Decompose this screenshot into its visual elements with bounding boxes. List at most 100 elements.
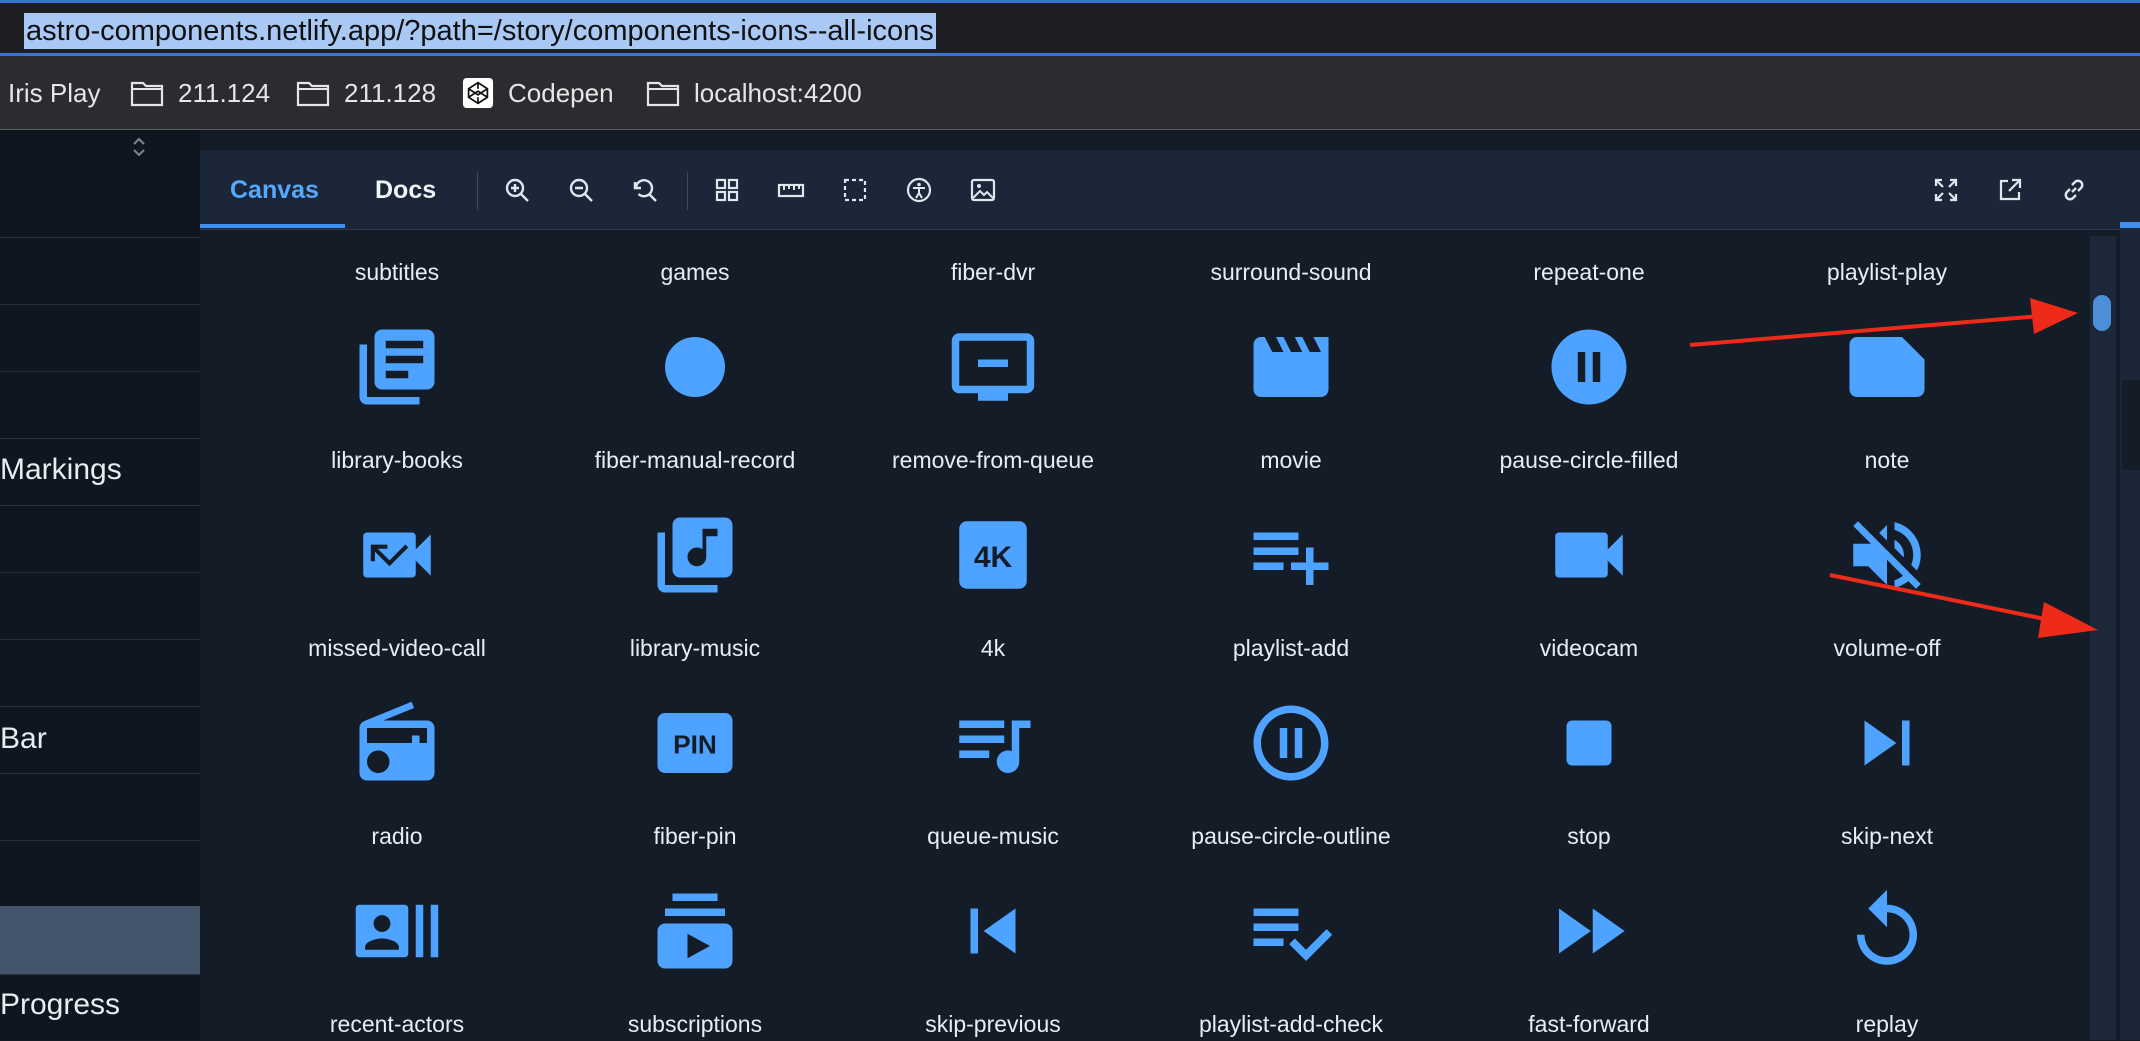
queue-music-icon bbox=[959, 720, 1031, 773]
codepen-icon bbox=[462, 77, 494, 109]
icon-label: fast-forward bbox=[1528, 1011, 1650, 1037]
copy-link-icon[interactable] bbox=[2056, 172, 2092, 208]
grid-icon[interactable] bbox=[709, 172, 745, 208]
note-icon bbox=[1849, 337, 1925, 397]
icon-label: skip-next bbox=[1840, 823, 1934, 849]
subscriptions-icon bbox=[657, 893, 733, 969]
zoom-in-icon[interactable] bbox=[499, 172, 535, 208]
recent-actors-icon bbox=[355, 904, 439, 958]
icon-label: queue-music bbox=[927, 823, 1059, 849]
url-text[interactable]: astro-components.netlify.app/?path=/stor… bbox=[24, 13, 936, 49]
library-music-icon bbox=[657, 517, 733, 593]
storybook-toolbar: Canvas Docs bbox=[200, 150, 2120, 230]
fast-forward-icon bbox=[1559, 908, 1625, 954]
tab-canvas[interactable]: Canvas bbox=[230, 150, 319, 230]
folder-icon bbox=[646, 81, 680, 107]
icon-label: stop bbox=[1567, 823, 1611, 849]
icon-label: skip-previous bbox=[925, 1011, 1061, 1037]
reset-zoom-icon[interactable] bbox=[627, 172, 663, 208]
icon-label: pause-circle-filled bbox=[1499, 447, 1679, 473]
icon-label: subtitles bbox=[354, 259, 440, 285]
icon-label: games bbox=[660, 259, 730, 285]
icon-label: movie bbox=[1260, 447, 1322, 473]
bookmark-label: Codepen bbox=[508, 77, 614, 108]
icon-label: surround-sound bbox=[1210, 259, 1372, 285]
pin-glyph-text: PIN bbox=[673, 730, 717, 760]
icon-label: recent-actors bbox=[329, 1011, 465, 1037]
sidebar-item[interactable] bbox=[0, 371, 200, 438]
fiber-manual-record-icon bbox=[665, 337, 725, 397]
icon-label: playlist-add-check bbox=[1198, 1011, 1384, 1037]
folder-icon bbox=[296, 81, 330, 107]
fiber-pin-icon: PIN bbox=[657, 713, 733, 773]
story-sidebar: Markings Bar Progress bbox=[0, 130, 200, 1040]
skip-next-icon bbox=[1864, 720, 1910, 766]
bookmark-localhost[interactable]: localhost:4200 bbox=[646, 56, 862, 130]
sidebar-item[interactable] bbox=[0, 840, 200, 907]
bookmark-label: Iris Play bbox=[8, 77, 101, 108]
sidebar-item[interactable] bbox=[0, 237, 200, 304]
icon-label: fiber-pin bbox=[653, 823, 737, 849]
tab-docs[interactable]: Docs bbox=[375, 150, 436, 230]
missed-video-call-icon bbox=[363, 532, 431, 578]
sidebar-item[interactable] bbox=[0, 505, 200, 572]
scrollbar-thumb[interactable] bbox=[2093, 295, 2111, 331]
pause-circle-filled-icon bbox=[1551, 329, 1627, 405]
icon-label: pause-circle-outline bbox=[1191, 823, 1391, 849]
library-books-icon bbox=[359, 329, 435, 405]
volume-off-icon bbox=[1853, 521, 1921, 589]
zoom-out-icon[interactable] bbox=[563, 172, 599, 208]
scrollbar-track[interactable] bbox=[2090, 236, 2116, 1040]
icon-label: repeat-one bbox=[1533, 259, 1645, 285]
icon-label: radio bbox=[371, 823, 423, 849]
toolbar-divider bbox=[477, 172, 478, 210]
radio-icon bbox=[359, 701, 435, 781]
open-new-tab-icon[interactable] bbox=[1992, 172, 2028, 208]
sidebar-item-label[interactable]: Progress bbox=[0, 988, 120, 1022]
addons-panel-handle[interactable] bbox=[2122, 380, 2140, 470]
playlist-add-check-icon bbox=[1253, 908, 1333, 961]
icon-label: 4k bbox=[980, 635, 1006, 661]
sidebar-item[interactable] bbox=[0, 773, 200, 840]
icon-label: fiber-dvr bbox=[950, 259, 1036, 285]
sidebar-item[interactable] bbox=[0, 572, 200, 639]
pause-circle-outline-icon bbox=[1253, 705, 1329, 781]
folder-icon bbox=[130, 81, 164, 107]
addons-panel-accent bbox=[2120, 222, 2140, 228]
sidebar-item[interactable] bbox=[0, 304, 200, 371]
stop-icon bbox=[1566, 720, 1612, 766]
icon-label: library-books bbox=[331, 447, 463, 473]
icon-label: subscriptions bbox=[627, 1011, 763, 1037]
sidebar-item[interactable] bbox=[0, 706, 200, 773]
expand-collapse-icon[interactable] bbox=[128, 134, 150, 160]
bookmark-211-128[interactable]: 211.128 bbox=[296, 56, 436, 130]
4k-icon: 4K bbox=[959, 521, 1027, 589]
bookmark-211-124[interactable]: 211.124 bbox=[130, 56, 270, 130]
icon-label: volume-off bbox=[1833, 635, 1941, 661]
remove-from-queue-icon bbox=[951, 333, 1035, 401]
sidebar-item[interactable] bbox=[0, 438, 200, 505]
icon-label: replay bbox=[1855, 1011, 1919, 1037]
skip-previous-icon bbox=[970, 908, 1016, 954]
bookmark-codepen[interactable]: Codepen bbox=[462, 56, 614, 130]
background-image-icon[interactable] bbox=[965, 172, 1001, 208]
4k-glyph-text: 4K bbox=[974, 541, 1013, 574]
icon-label: playlist-add bbox=[1232, 635, 1350, 661]
fullscreen-icon[interactable] bbox=[1928, 172, 1964, 208]
accessibility-icon[interactable] bbox=[901, 172, 937, 208]
movie-icon bbox=[1253, 337, 1329, 397]
ruler-icon[interactable] bbox=[773, 172, 809, 208]
sidebar-item-selected[interactable] bbox=[0, 906, 200, 974]
sidebar-item[interactable] bbox=[0, 639, 200, 706]
address-bar[interactable]: astro-components.netlify.app/?path=/stor… bbox=[0, 0, 2140, 56]
icon-label: library-music bbox=[629, 635, 761, 661]
bookmark-iris-play[interactable]: Iris Play bbox=[8, 56, 100, 130]
outline-icon[interactable] bbox=[837, 172, 873, 208]
icon-label: playlist-play bbox=[1826, 259, 1948, 285]
bookmarks-bar: Iris Play 211.124 211.128 Codepen localh… bbox=[0, 56, 2140, 130]
icon-label: videocam bbox=[1539, 635, 1639, 661]
replay-icon bbox=[1857, 889, 1917, 965]
playlist-add-icon bbox=[1253, 532, 1329, 585]
active-tab-indicator bbox=[200, 224, 345, 228]
icon-label: note bbox=[1864, 447, 1910, 473]
